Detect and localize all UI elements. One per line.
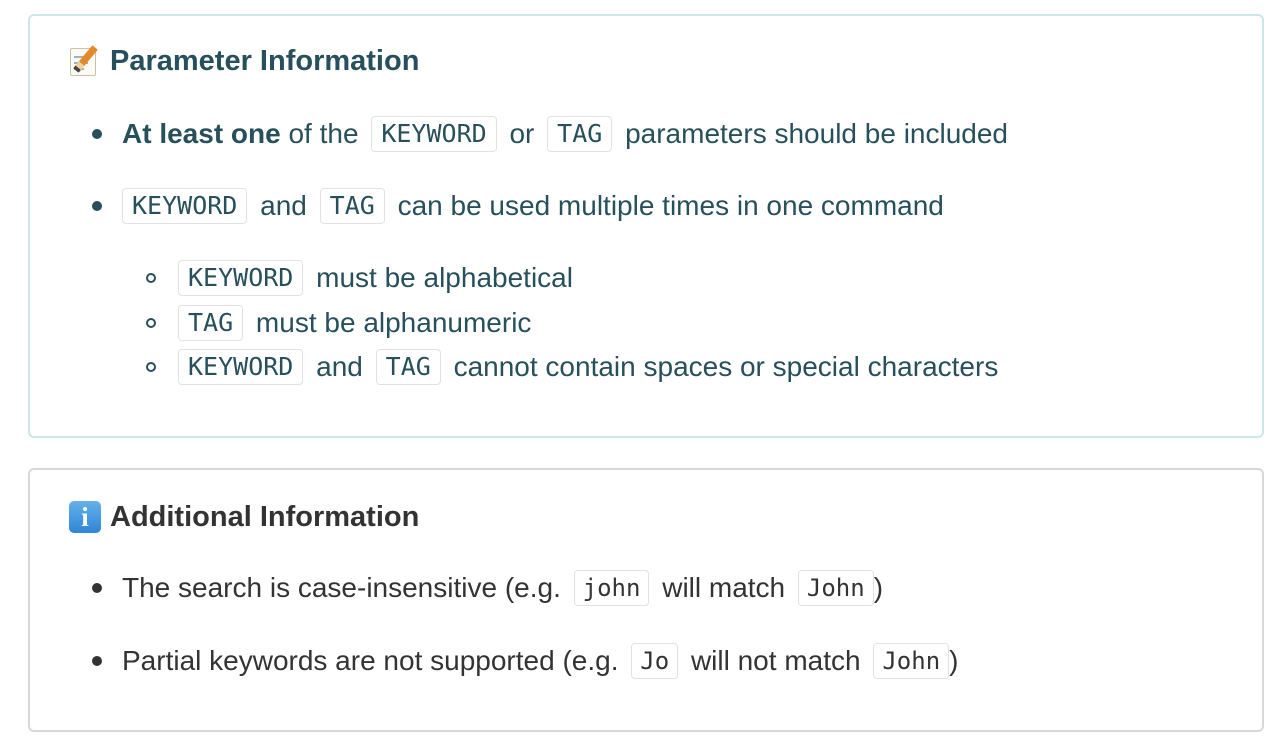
inline-code: KEYWORD [178,349,304,385]
memo-icon [68,44,102,78]
inline-code: John [797,570,874,606]
sub-list-item: KEYWORD must be alphabetical [146,260,573,296]
inline-code: Jo [631,643,679,679]
list-item: KEYWORD and TAG can be used multiple tim… [92,188,944,224]
additional-information-title: Additional Information [110,501,420,533]
list-item: At least one of the KEYWORD or TAG param… [92,116,1008,152]
emphasis-text: At least one [122,118,281,149]
inline-code: KEYWORD [122,188,248,224]
list-item: Partial keywords are not supported (e.g.… [92,643,958,679]
inline-code: KEYWORD [371,116,497,152]
bullet-disc [92,129,102,139]
parameter-information-title: Parameter Information [110,45,420,77]
additional-information-box: i Additional Information The search is c… [28,468,1264,732]
inline-code: KEYWORD [178,260,304,296]
bullet-circle [146,362,156,372]
bullet-circle [146,273,156,283]
inline-code: TAG [375,349,441,385]
bullet-disc [92,583,102,593]
information-icon: i [68,500,102,534]
sub-list-item: TAG must be alphanumeric [146,305,531,341]
additional-information-heading: i Additional Information [68,500,419,534]
sub-list-item: KEYWORD and TAG cannot contain spaces or… [146,349,998,385]
bullet-disc [92,201,102,211]
parameter-information-heading: Parameter Information [68,44,419,78]
inline-code: John [873,643,950,679]
inline-code: john [573,570,650,606]
parameter-information-box: Parameter Information At least one of th… [28,14,1264,438]
list-item: The search is case-insensitive (e.g. joh… [92,570,883,606]
bullet-disc [92,656,102,666]
inline-code: TAG [547,116,613,152]
inline-code: TAG [178,305,244,341]
inline-code: TAG [319,188,385,224]
bullet-circle [146,318,156,328]
